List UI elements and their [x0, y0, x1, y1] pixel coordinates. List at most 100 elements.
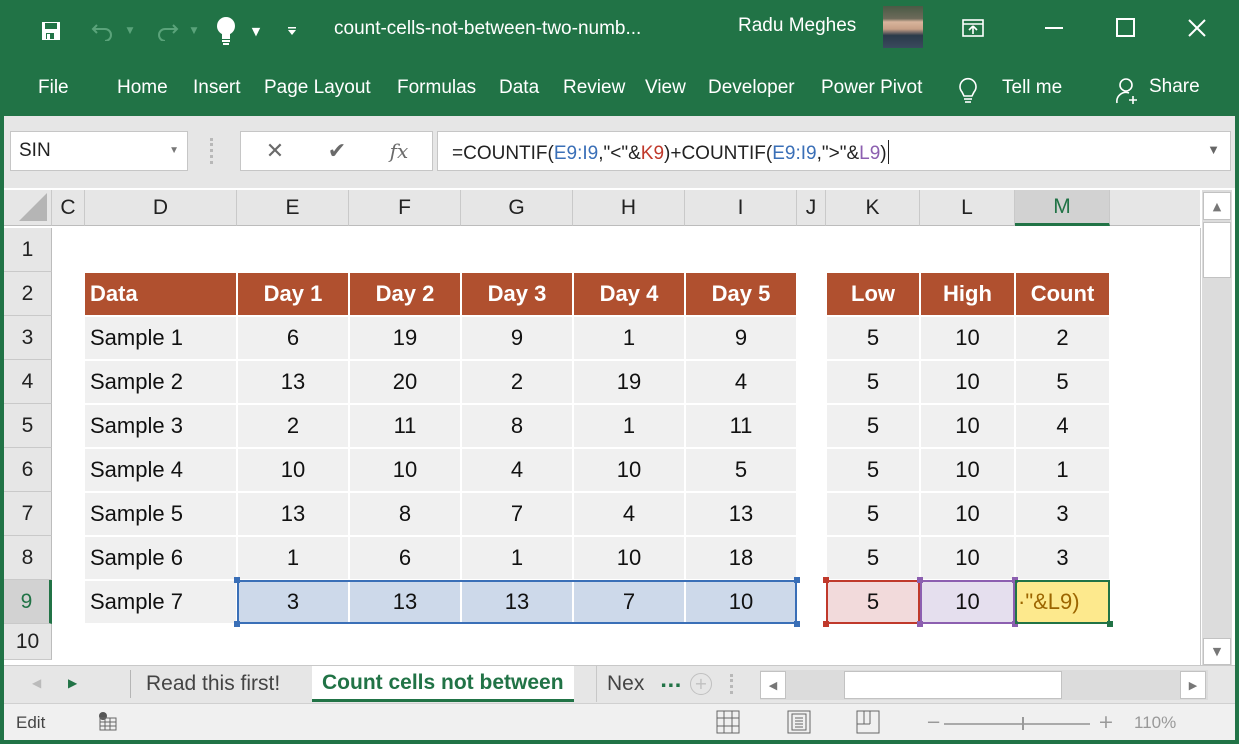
range-highlight-l9-handle[interactable] — [917, 577, 923, 583]
column-header-f[interactable]: F — [349, 190, 461, 226]
side-table-header-cell[interactable]: High — [921, 273, 1014, 315]
side-table-cell[interactable]: 5 — [827, 493, 919, 535]
zoom-slider-thumb[interactable] — [1022, 717, 1024, 730]
avatar[interactable] — [883, 6, 923, 48]
tab-formulas[interactable]: Formulas — [397, 77, 476, 99]
column-header-c[interactable]: C — [52, 190, 85, 226]
data-cell[interactable]: 1 — [238, 537, 348, 579]
column-header-m[interactable]: M — [1015, 190, 1110, 226]
tell-me-lightbulb-icon[interactable] — [957, 74, 979, 108]
active-cell-border-m9-handle[interactable] — [1107, 621, 1113, 627]
minimize-button[interactable] — [1032, 8, 1078, 48]
data-cell[interactable]: 18 — [686, 537, 796, 579]
vertical-scrollbar[interactable]: ▲ ▼ — [1202, 190, 1232, 665]
user-name[interactable]: Radu Meghes — [738, 15, 856, 37]
data-cell[interactable]: 1 — [462, 537, 572, 579]
column-header-h[interactable]: H — [573, 190, 685, 226]
undo-icon[interactable] — [88, 14, 118, 48]
side-table-cell[interactable]: 5 — [827, 317, 919, 359]
data-cell[interactable]: 9 — [686, 317, 796, 359]
side-table-cell[interactable]: 10 — [921, 537, 1014, 579]
row-header-4[interactable]: 4 — [4, 360, 52, 404]
side-table-header-cell[interactable]: Low — [827, 273, 919, 315]
scroll-up-arrow-icon[interactable]: ▲ — [1203, 192, 1231, 220]
row-header-9[interactable]: 9 — [4, 580, 52, 624]
data-cell[interactable]: 7 — [574, 581, 684, 623]
sheet-tab-next[interactable]: Nex — [596, 666, 654, 702]
lightbulb-icon[interactable] — [212, 14, 240, 48]
row-header-5[interactable]: 5 — [4, 404, 52, 448]
tab-power-pivot[interactable]: Power Pivot — [821, 77, 922, 99]
cancel-icon[interactable]: ✕ — [255, 136, 295, 166]
sheet-tab-read-this-first[interactable]: Read this first! — [136, 666, 290, 702]
next-sheet-arrow-icon[interactable]: ▶ — [68, 676, 77, 690]
range-highlight-e9-i9-handle[interactable] — [234, 577, 240, 583]
row-header-7[interactable]: 7 — [4, 492, 52, 536]
row-label-cell[interactable]: Sample 6 — [85, 537, 236, 579]
redo-icon[interactable] — [152, 14, 182, 48]
more-sheets-ellipsis[interactable]: ... — [660, 670, 682, 692]
expand-formula-bar-icon[interactable]: ▼ — [1207, 142, 1220, 157]
worksheet-grid[interactable]: CDEFGHIJKLM 1 2 3 4 5 6 7 8 9 10 Data Day 1 Day 2 Da… — [4, 188, 1235, 665]
vertical-scroll-thumb[interactable] — [1203, 222, 1231, 278]
tab-page-layout[interactable]: Page Layout — [264, 77, 371, 99]
side-table-cell[interactable]: 5 — [827, 361, 919, 403]
sheet-tab-count-cells-not-between[interactable]: Count cells not between — [312, 666, 574, 702]
column-header-g[interactable]: G — [461, 190, 573, 226]
data-cell[interactable]: 13 — [238, 493, 348, 535]
row-label-cell[interactable]: Sample 4 — [85, 449, 236, 491]
side-table-cell[interactable]: 5 — [827, 449, 919, 491]
scroll-down-arrow-icon[interactable]: ▼ — [1203, 638, 1231, 665]
row-header-1[interactable]: 1 — [4, 228, 52, 272]
table-header-cell[interactable]: Day 1 — [238, 273, 348, 315]
row-label-cell[interactable]: Sample 3 — [85, 405, 236, 447]
enter-check-icon[interactable]: ✔ — [317, 136, 357, 166]
data-cell[interactable]: 19 — [574, 361, 684, 403]
side-table-cell[interactable]: 5 — [1016, 361, 1109, 403]
select-all-corner[interactable] — [4, 190, 52, 226]
zoom-in-icon[interactable]: + — [1098, 711, 1114, 733]
data-cell[interactable]: 1 — [574, 405, 684, 447]
row-header-8[interactable]: 8 — [4, 536, 52, 580]
column-header-d[interactable]: D — [85, 190, 237, 226]
scroll-left-arrow-icon[interactable]: ◀ — [760, 671, 786, 699]
active-cell-editing[interactable]: ·"&L9) — [1016, 581, 1109, 623]
side-table-cell[interactable]: 10 — [921, 493, 1014, 535]
data-cell[interactable]: 10 — [574, 449, 684, 491]
scroll-right-arrow-icon[interactable]: ▶ — [1180, 671, 1206, 699]
row-label-cell[interactable]: Sample 7 — [85, 581, 236, 623]
tab-data[interactable]: Data — [499, 77, 539, 99]
side-table-cell[interactable]: 10 — [921, 405, 1014, 447]
insert-function-icon[interactable]: fx — [379, 136, 419, 166]
tab-file[interactable]: File — [38, 77, 69, 99]
range-highlight-l9-handle[interactable] — [1012, 621, 1018, 627]
zoom-out-icon[interactable]: − — [926, 712, 941, 733]
data-cell[interactable]: 6 — [350, 537, 460, 579]
table-header-cell[interactable]: Day 4 — [574, 273, 684, 315]
column-header-i[interactable]: I — [685, 190, 797, 226]
row-label-cell[interactable]: Sample 5 — [85, 493, 236, 535]
name-box-dropdown-icon[interactable]: ▼ — [169, 145, 179, 156]
range-highlight-k9-handle[interactable] — [823, 577, 829, 583]
share-person-icon[interactable] — [1116, 77, 1140, 109]
data-cell[interactable]: 13 — [350, 581, 460, 623]
tab-home[interactable]: Home — [117, 77, 168, 99]
side-table-cell[interactable]: 2 — [1016, 317, 1109, 359]
side-table-header-cell[interactable]: Count — [1016, 273, 1109, 315]
row-header-10[interactable]: 10 — [4, 624, 52, 660]
row-label-cell[interactable]: Sample 1 — [85, 317, 236, 359]
range-highlight-e9-i9-handle[interactable] — [794, 577, 800, 583]
side-table-cell[interactable]: 10 — [921, 361, 1014, 403]
data-cell[interactable]: 6 — [238, 317, 348, 359]
data-cell[interactable]: 2 — [462, 361, 572, 403]
formula-bar-resize-handle[interactable] — [210, 138, 214, 164]
close-button[interactable] — [1174, 8, 1220, 48]
data-cell[interactable]: 10 — [574, 537, 684, 579]
side-table-cell[interactable]: 3 — [1016, 493, 1109, 535]
data-cell[interactable]: 10 — [686, 581, 796, 623]
row-header-6[interactable]: 6 — [4, 448, 52, 492]
side-table-cell[interactable]: 10 — [921, 449, 1014, 491]
data-cell[interactable]: 20 — [350, 361, 460, 403]
tab-split-handle[interactable] — [730, 674, 733, 694]
customize-quick-access-icon[interactable] — [284, 14, 300, 48]
